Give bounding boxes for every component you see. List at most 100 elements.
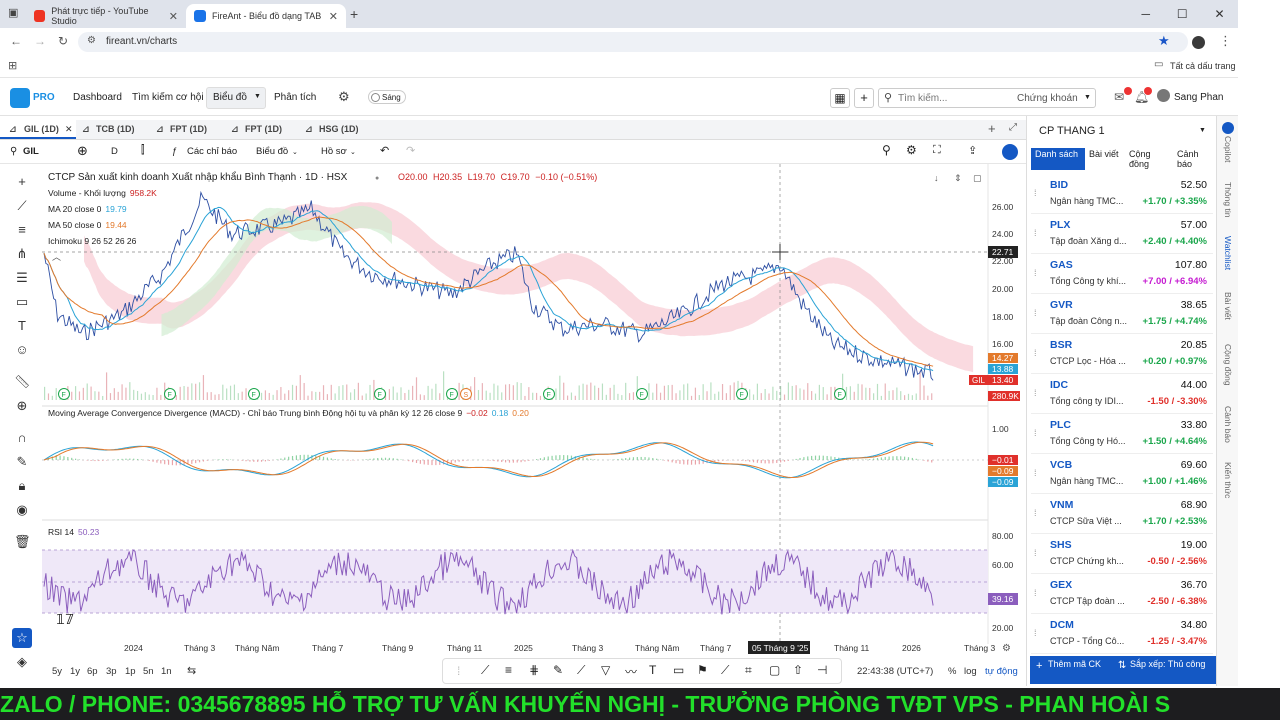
pitchfork-icon[interactable]: ⋔: [14, 246, 30, 262]
watchlist-row[interactable]: ⁞ GAS Tổng Công ty khí... 107.80 +7.00 / +6.…: [1031, 254, 1213, 294]
forward-icon[interactable]: →: [34, 34, 46, 48]
ruler-icon[interactable]: 📏︎: [14, 374, 31, 390]
lock-icon[interactable]: 🔒︎: [14, 478, 30, 494]
rect-icon[interactable]: ▢: [769, 663, 780, 677]
watchlist-row[interactable]: ⁞ BID Ngân hàng TMC... 52.50 +1.70 / +3.35%: [1031, 174, 1213, 214]
note-icon[interactable]: ▭: [673, 663, 684, 677]
nav-dashboard[interactable]: Dashboard: [73, 92, 122, 103]
watchlist-row[interactable]: ⁞ IDC Tổng công ty IDI... 44.00 -1.50 / -3.3…: [1031, 374, 1213, 414]
interval-select[interactable]: D: [111, 146, 118, 157]
trash-icon[interactable]: 🗑︎: [14, 534, 31, 550]
row-symbol[interactable]: PLC: [1050, 419, 1071, 431]
row-symbol[interactable]: VNM: [1050, 499, 1073, 511]
compare-add-icon[interactable]: ⊕: [77, 143, 88, 159]
indicators-button[interactable]: Các chỉ báo: [187, 146, 237, 157]
tab-list[interactable]: Danh sách: [1031, 148, 1085, 170]
channel-icon[interactable]: ⋕: [529, 663, 539, 677]
drag-handle-icon[interactable]: ⁞: [1034, 508, 1042, 518]
drag-handle-icon[interactable]: ⁞: [1034, 468, 1042, 478]
percent-toggle[interactable]: %: [948, 666, 956, 677]
watchlist-title[interactable]: CP THANG 1: [1039, 125, 1105, 137]
row-symbol[interactable]: GVR: [1050, 299, 1073, 311]
refresh-icon[interactable]: [1002, 144, 1018, 160]
side-tab-copilot[interactable]: Copilot: [1223, 136, 1233, 162]
settings-gear-icon[interactable]: ⚙: [338, 89, 350, 105]
zoom-in-icon[interactable]: ⊕: [14, 398, 30, 414]
text-tool-icon[interactable]: T: [14, 318, 30, 334]
candles-icon[interactable]: ⫿: [141, 144, 145, 157]
tab-fireant[interactable]: FireAnt - Biểu đồ dạng TAB ✕: [186, 4, 346, 28]
bookmark-star-icon[interactable]: ★: [1158, 33, 1170, 49]
collapse-legend-icon[interactable]: ︿: [52, 252, 61, 262]
text-icon[interactable]: T: [649, 663, 656, 677]
drag-handle-icon[interactable]: ⁞: [1034, 228, 1042, 238]
trendline-icon[interactable]: ⟋: [14, 198, 30, 214]
watchlist-row[interactable]: ⁞ GEX CTCP Tập đoàn ... 36.70 -2.50 / -6.38%: [1031, 574, 1213, 614]
drag-handle-icon[interactable]: ⁞: [1034, 588, 1042, 598]
row-symbol[interactable]: BSR: [1050, 339, 1072, 351]
tab-hsg[interactable]: HSG (1D): [319, 124, 359, 134]
range-3m[interactable]: 3p: [106, 666, 117, 677]
row-symbol[interactable]: DCM: [1050, 619, 1074, 631]
brush-icon[interactable]: ✎: [553, 663, 563, 677]
chart-type-button[interactable]: Biểu đồ: [256, 146, 288, 157]
range-5y[interactable]: 5y: [52, 666, 62, 677]
drag-handle-icon[interactable]: ⁞: [1034, 428, 1042, 438]
range-1d[interactable]: 1n: [161, 666, 172, 677]
fib-icon[interactable]: ☰: [14, 270, 30, 286]
chevron-down-icon[interactable]: ▼: [1199, 127, 1206, 134]
drag-handle-icon[interactable]: ⁞: [1034, 628, 1042, 638]
horizontal-lines-icon[interactable]: ≡: [14, 222, 30, 238]
drag-handle-icon[interactable]: ⁞: [457, 664, 460, 678]
row-symbol[interactable]: IDC: [1050, 379, 1068, 391]
tab-fpt-2[interactable]: FPT (1D): [245, 124, 282, 134]
row-symbol[interactable]: GEX: [1050, 579, 1072, 591]
row-symbol[interactable]: BID: [1050, 179, 1068, 191]
all-bookmarks-link[interactable]: Tất cả dấu trang: [1170, 61, 1236, 71]
drag-handle-icon[interactable]: ⁞: [1034, 268, 1042, 278]
redo-icon[interactable]: ↷: [406, 144, 415, 157]
page-scrollbar[interactable]: [1238, 0, 1280, 688]
add-icon[interactable]: +: [854, 88, 874, 108]
watchlist-row[interactable]: ⁞ PLX Tập đoàn Xăng d... 57.00 +2.40 / +4.40…: [1031, 214, 1213, 254]
share-icon[interactable]: ⇪: [968, 144, 977, 157]
watchlist-row[interactable]: ⁞ VCB Ngân hàng TMC... 69.60 +1.00 / +1.46%: [1031, 454, 1213, 494]
shapes-icon[interactable]: ▭: [14, 294, 30, 310]
flag-icon[interactable]: ⚑: [697, 663, 708, 677]
site-info-icon[interactable]: ⚙: [87, 35, 96, 46]
measure-icon[interactable]: ⊣: [817, 663, 827, 677]
tab-gil[interactable]: GIL (1D): [24, 124, 59, 134]
layers-icon[interactable]: ◈: [14, 654, 30, 670]
watchlist-row[interactable]: ⁞ BSR CTCP Lọc - Hóa ... 20.85 +0.20 / +0.97…: [1031, 334, 1213, 374]
layout-grid-icon[interactable]: ▦: [830, 88, 850, 108]
price-chart[interactable]: CTCP Sản xuất kinh doanh Xuất nhập khẩu …: [42, 164, 1026, 654]
drag-handle-icon[interactable]: ⁞: [1034, 388, 1042, 398]
axis-settings-icon[interactable]: ⚙: [1002, 643, 1011, 654]
copilot-icon[interactable]: [1222, 122, 1234, 134]
watchlist-row[interactable]: ⁞ VNM CTCP Sữa Việt ... 68.90 +1.70 / +2.53%: [1031, 494, 1213, 534]
auto-toggle[interactable]: tự động: [985, 666, 1018, 677]
ruler-line-icon[interactable]: ⟋: [577, 663, 585, 678]
back-icon[interactable]: ←: [10, 34, 22, 48]
watchlist-row[interactable]: ⁞ DCM CTCP - Tổng Cô... 34.80 -1.25 / -3.47%: [1031, 614, 1213, 654]
side-tab-posts[interactable]: Bài viết: [1223, 292, 1233, 320]
crosshair-icon[interactable]: +: [14, 174, 30, 190]
maximize-icon[interactable]: ☐: [1177, 7, 1188, 21]
theme-toggle[interactable]: Sáng: [368, 90, 406, 104]
user-avatar[interactable]: [1157, 89, 1170, 102]
tab-alerts[interactable]: Cảnh báo: [1173, 148, 1213, 170]
watchlist-row[interactable]: ⁞ PLC Tổng Công ty Hó... 33.80 +1.50 / +4.64…: [1031, 414, 1213, 454]
drag-handle-icon[interactable]: ⁞: [1034, 348, 1042, 358]
close-icon[interactable]: ✕: [169, 10, 178, 23]
settings-icon[interactable]: ⚙: [906, 143, 917, 157]
profile-button[interactable]: Hồ sơ: [321, 146, 347, 157]
brackets-icon[interactable]: ⌗: [745, 663, 752, 678]
reload-icon[interactable]: ↻: [58, 34, 68, 48]
range-6m[interactable]: 6p: [87, 666, 98, 677]
row-symbol[interactable]: SHS: [1050, 539, 1072, 551]
date-range-icon[interactable]: ⇆: [187, 664, 196, 677]
arrow-up-icon[interactable]: ⇧: [793, 663, 803, 677]
url-field[interactable]: ⚙ fireant.vn/charts: [78, 32, 1188, 52]
row-symbol[interactable]: PLX: [1050, 219, 1070, 231]
sort-button[interactable]: Sắp xếp: Thủ công: [1130, 659, 1206, 669]
